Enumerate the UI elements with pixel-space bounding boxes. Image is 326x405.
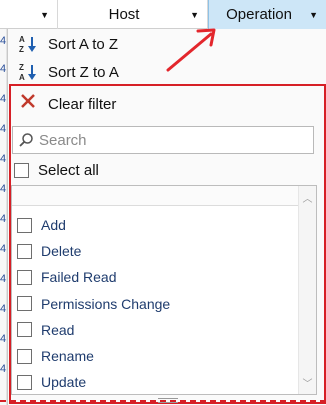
red-arrow-icon — [166, 28, 216, 72]
